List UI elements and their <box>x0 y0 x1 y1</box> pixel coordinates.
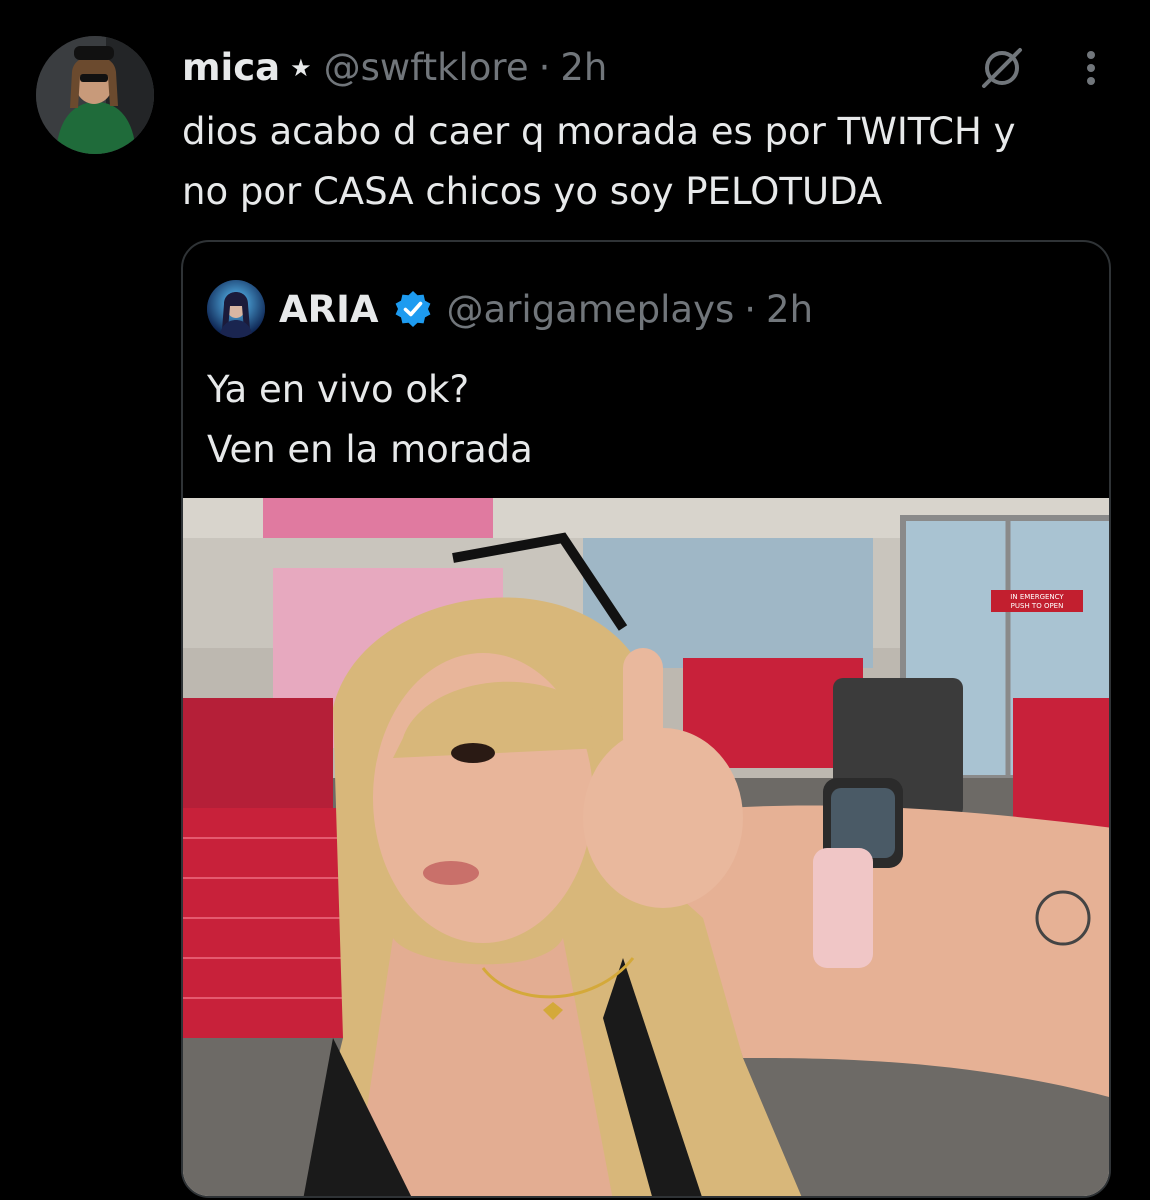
quoted-header-separator: · <box>744 287 757 331</box>
author-avatar[interactable] <box>36 36 154 154</box>
quoted-tweet-card[interactable]: ARIA @arigameplays · 2h Ya en vivo ok? V… <box>181 240 1111 1198</box>
quoted-author-name[interactable]: ARIA <box>279 288 379 331</box>
quoted-tweet-header: ARIA @arigameplays · 2h <box>279 280 813 338</box>
author-star-badge: ★ <box>290 54 312 82</box>
tweet-header: mica ★ @swftklore · 2h <box>182 40 607 96</box>
sign-line1: IN EMERGENCY <box>1010 593 1064 601</box>
quoted-tweet-timestamp[interactable]: 2h <box>766 288 813 331</box>
author-handle[interactable]: @swftklore <box>324 40 529 96</box>
author-name[interactable]: mica <box>182 40 280 96</box>
quoted-tweet-photo[interactable]: IN EMERGENCY PUSH TO OPEN <box>183 498 1109 1196</box>
tweet-timestamp[interactable]: 2h <box>560 40 607 96</box>
quoted-author-handle[interactable]: @arigameplays <box>447 288 735 331</box>
header-separator: · <box>538 46 551 89</box>
quoted-author-avatar[interactable] <box>207 280 265 338</box>
more-dots-icon[interactable] <box>1068 44 1114 92</box>
sign-line2: PUSH TO OPEN <box>1011 602 1064 610</box>
tweet-text: dios acabo d caer q morada es por TWITCH… <box>182 110 1016 213</box>
grok-icon[interactable] <box>978 44 1026 92</box>
verified-badge-icon <box>395 291 430 327</box>
quoted-tweet-text: Ya en vivo ok? Ven en la morada <box>207 368 533 471</box>
